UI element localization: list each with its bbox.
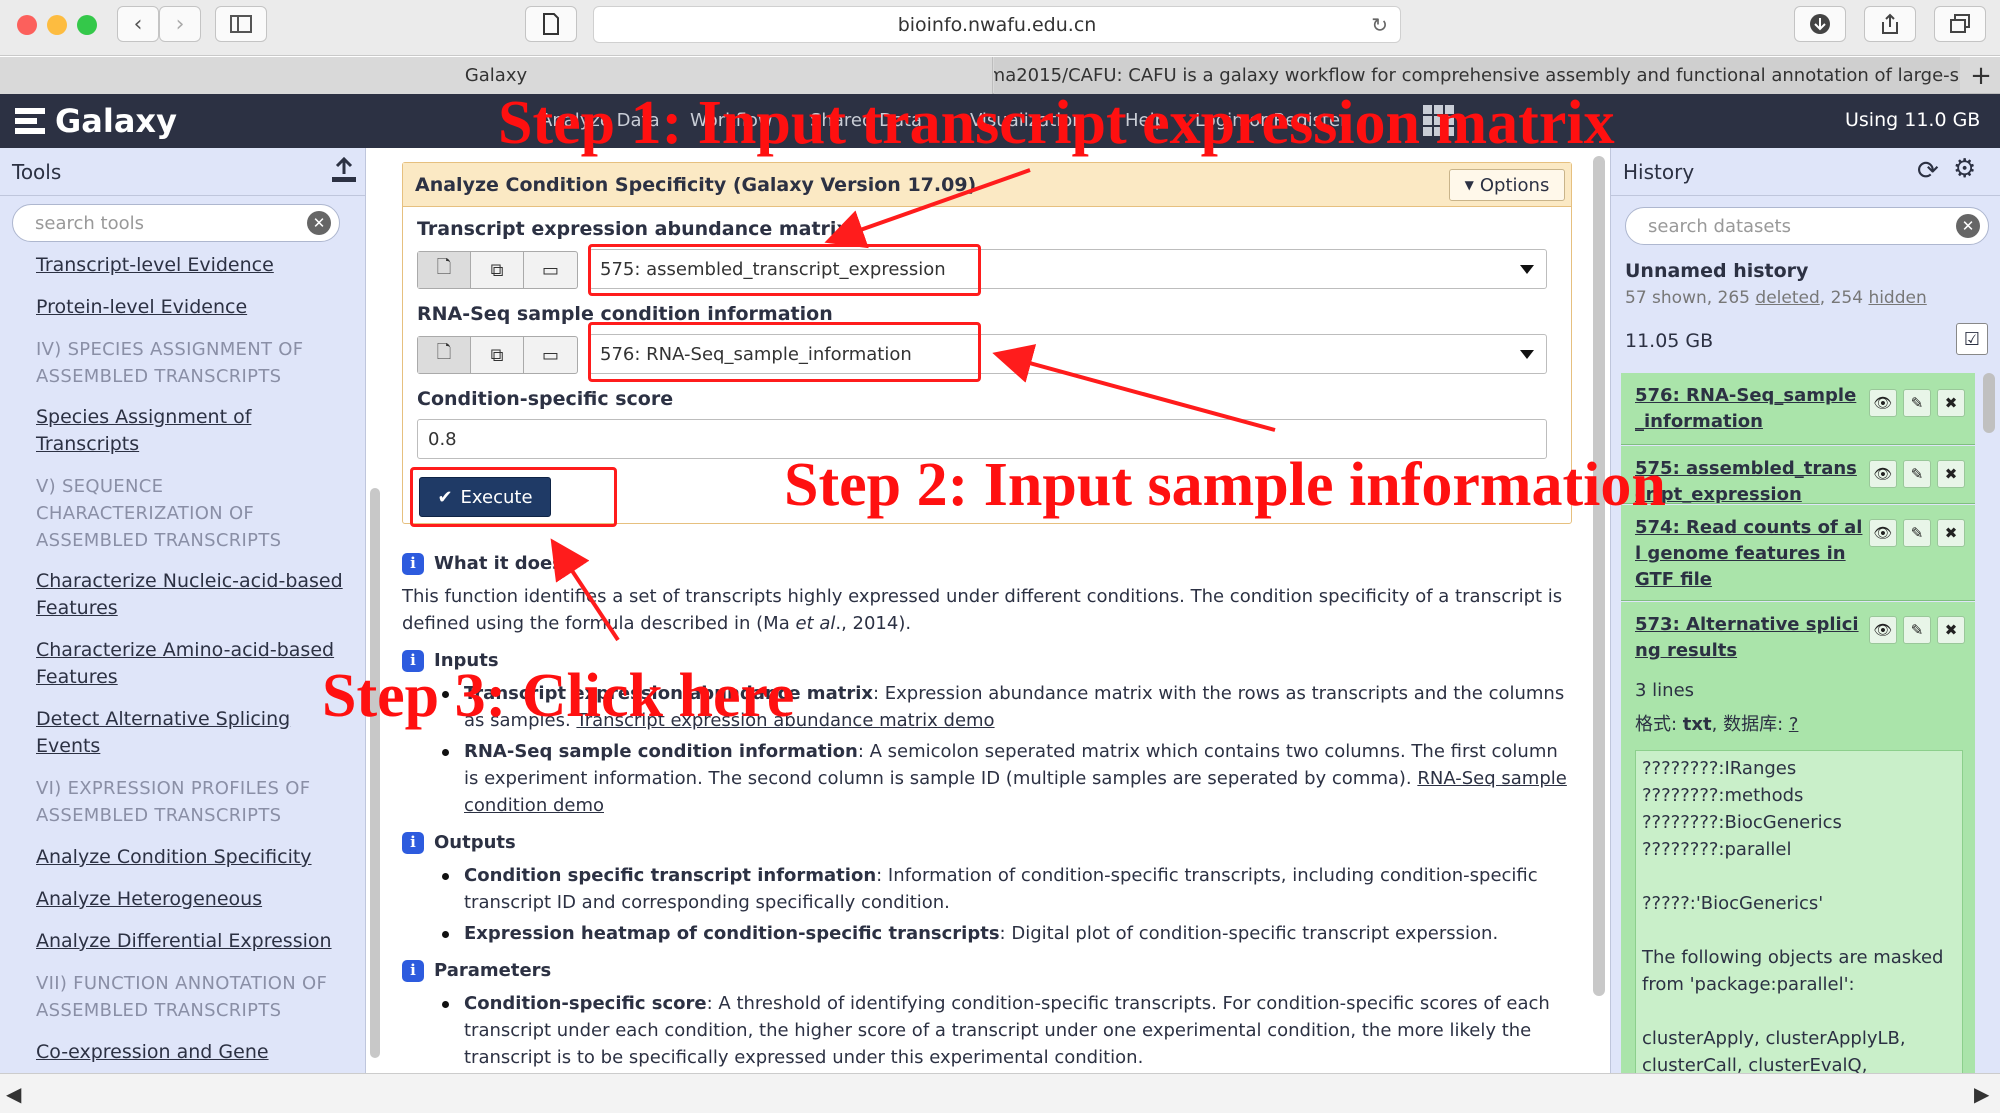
arrow-step2 (992, 344, 1276, 432)
annotation-step3: Step 3: Click here (322, 662, 795, 730)
arrow-step1 (824, 168, 1031, 249)
arrow-step3 (550, 538, 620, 642)
annotation-arrows (550, 168, 1276, 642)
screenshot-root: ‹ › bioinfo.nwafu.edu.cn ↻ Galaxy cma201… (0, 0, 2000, 1113)
annotation-step1: Step 1: Input transcript expression matr… (498, 89, 1615, 157)
annotation-step2: Step 2: Input sample information (784, 451, 1666, 519)
